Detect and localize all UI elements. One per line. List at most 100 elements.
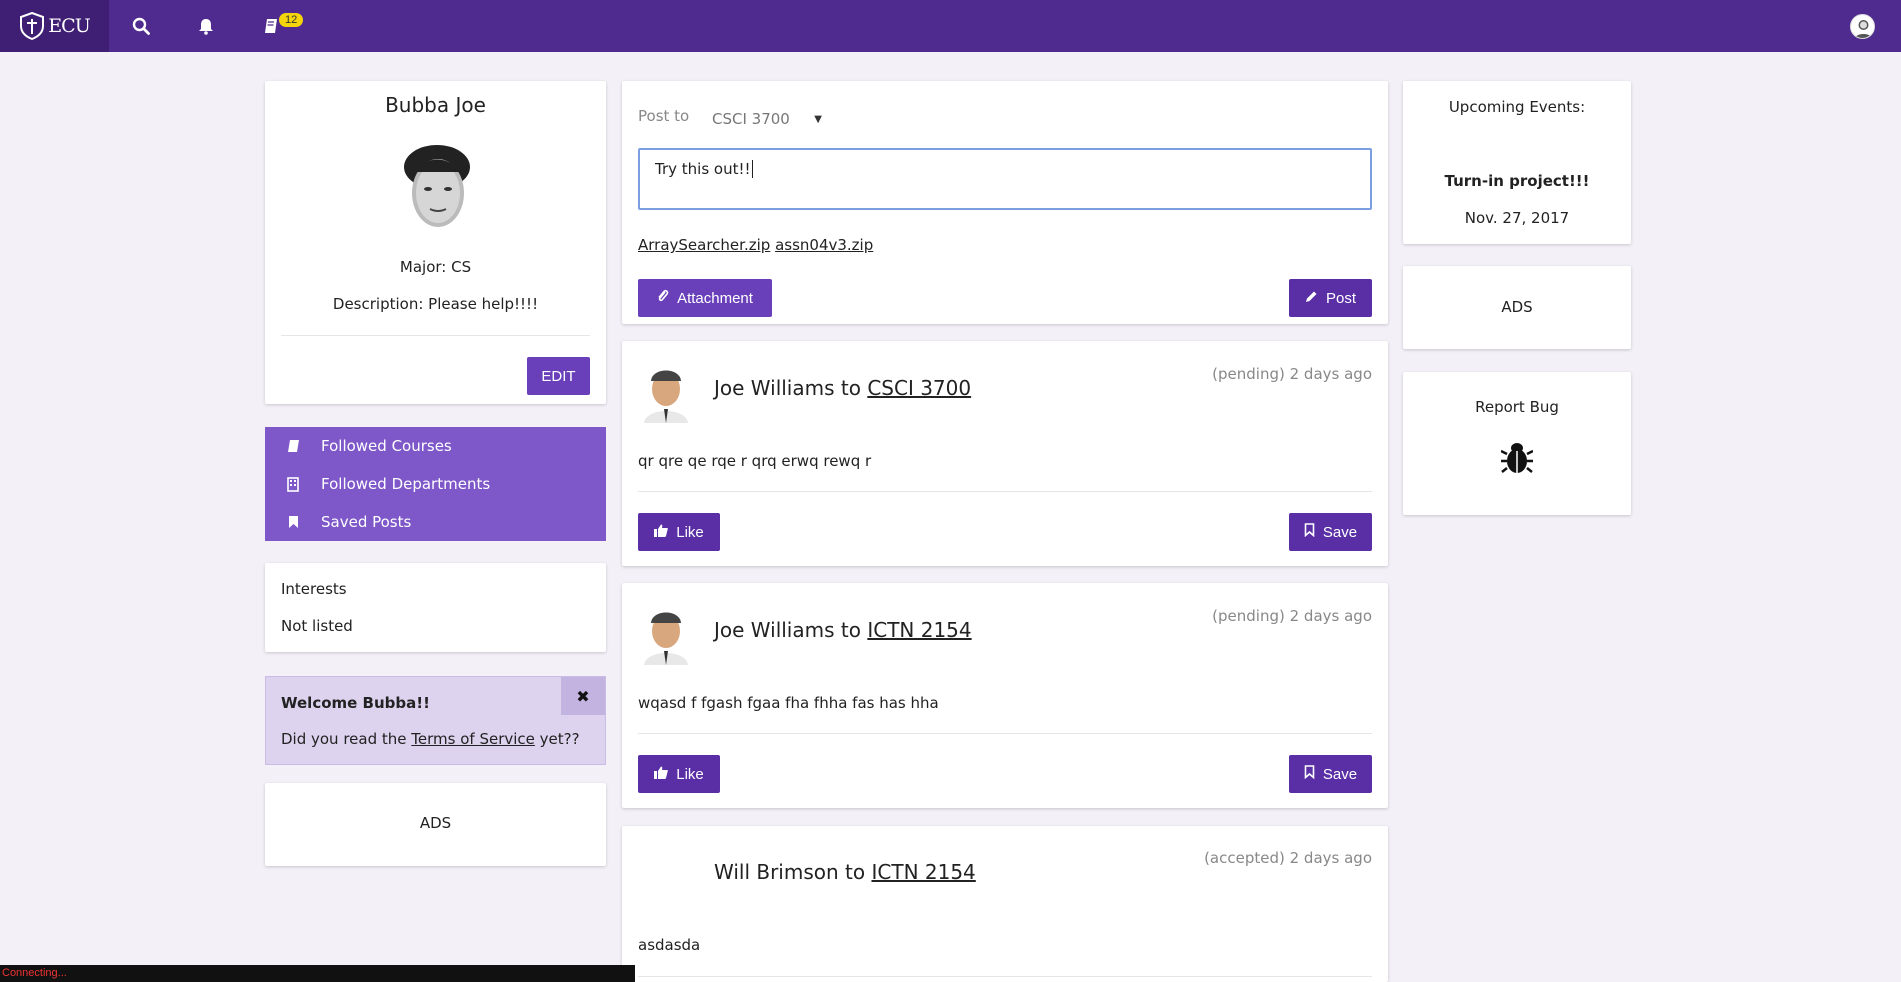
book-icon: [283, 439, 303, 453]
profile-photo: [400, 137, 474, 241]
post-to-label: Post to: [638, 107, 690, 125]
notification-badge: 12: [279, 13, 304, 27]
paperclip-icon: [657, 289, 669, 307]
course-select[interactable]: CSCI 3700 ▼: [712, 109, 822, 129]
post-header: Will Brimson to ICTN 2154: [714, 860, 976, 884]
search-icon[interactable]: [129, 14, 153, 38]
profile-divider: [281, 335, 590, 336]
bookmark-icon: [283, 515, 303, 529]
post-button[interactable]: Post: [1289, 279, 1372, 317]
bug-icon[interactable]: [1500, 440, 1534, 474]
sidebar-item-label: Saved Posts: [321, 513, 412, 531]
interests-value: Not listed: [281, 617, 353, 635]
sidebar-menu: Followed Courses Followed Departments Sa…: [265, 427, 606, 541]
post-to-word: to: [834, 376, 868, 400]
post-course-link[interactable]: CSCI 3700: [867, 376, 971, 400]
close-notice-button[interactable]: ✖: [561, 677, 605, 715]
profile-major: Major: CS: [399, 258, 472, 276]
post-button-label: Post: [1325, 289, 1356, 307]
notice-title: Welcome Bubba!!: [281, 694, 430, 712]
post-timestamp: (pending) 2 days ago: [1212, 607, 1372, 625]
like-button[interactable]: Like: [638, 755, 720, 793]
like-button[interactable]: Like: [638, 513, 720, 551]
upcoming-events-card: Upcoming Events: Turn-in project!!! Nov.…: [1403, 81, 1631, 244]
like-button-label: Like: [676, 765, 704, 783]
ads-label: ADS: [419, 814, 452, 832]
post-body: qr qre qe rqe r qrq erwq rewq r: [638, 452, 872, 470]
attachment-button[interactable]: Attachment: [638, 279, 772, 317]
post-author: Joe Williams: [714, 376, 835, 400]
building-icon: [283, 476, 303, 492]
post-to-word: to: [834, 618, 868, 642]
chevron-down-icon: ▼: [814, 113, 822, 125]
post-text-input[interactable]: Try this out!!: [638, 148, 1372, 210]
post-card: Joe Williams to CSCI 3700 (pending) 2 da…: [622, 341, 1388, 566]
bookmark-outline-icon: [1304, 765, 1315, 783]
post-body: wqasd f fgash fgaa fha fhha fas has hha: [638, 694, 939, 712]
notice-text-after: yet??: [534, 730, 580, 748]
post-body: asdasda: [638, 936, 701, 954]
connection-status: Connecting...: [0, 965, 635, 982]
post-author: Joe Williams: [714, 618, 835, 642]
post-course-link[interactable]: ICTN 2154: [867, 618, 971, 642]
bell-icon[interactable]: [194, 14, 218, 38]
ecu-shield-icon: [20, 12, 45, 40]
ads-card-right: ADS: [1403, 266, 1631, 349]
attachment-link[interactable]: ArraySearcher.zip: [638, 236, 770, 254]
pencil-icon: [1305, 290, 1318, 307]
post-author: Will Brimson: [714, 860, 839, 884]
terms-of-service-link[interactable]: Terms of Service: [411, 730, 535, 748]
save-button-label: Save: [1322, 765, 1358, 783]
author-avatar: [638, 603, 694, 665]
profile-card: Bubba Joe Major: CS Description: Please …: [265, 81, 606, 404]
sidebar-item-label: Followed Courses: [321, 437, 452, 455]
post-divider: [638, 976, 1372, 977]
notice-text-before: Did you read the: [281, 730, 412, 748]
report-bug-card[interactable]: Report Bug: [1403, 372, 1631, 515]
logo-text: ECU: [48, 15, 90, 37]
interests-title: Interests: [281, 580, 347, 598]
post-card: Joe Williams to ICTN 2154 (pending) 2 da…: [622, 583, 1388, 808]
post-card: Will Brimson to ICTN 2154 (accepted) 2 d…: [622, 826, 1388, 982]
post-composer: Post to CSCI 3700 ▼ Try this out!! Array…: [622, 81, 1388, 324]
like-button-label: Like: [676, 523, 704, 541]
ecu-logo[interactable]: ECU: [0, 0, 109, 52]
report-bug-title: Report Bug: [1475, 398, 1559, 416]
attachment-link[interactable]: assn04v3.zip: [775, 236, 873, 254]
interests-card: Interests Not listed: [265, 563, 606, 652]
ads-label: ADS: [1501, 298, 1533, 316]
welcome-notice: Welcome Bubba!! Did you read the Terms o…: [265, 676, 606, 765]
sidebar-item-followed-courses[interactable]: Followed Courses: [283, 435, 452, 457]
sidebar-item-saved-posts[interactable]: Saved Posts: [283, 511, 411, 533]
author-avatar: [638, 361, 694, 423]
edit-profile-button[interactable]: EDIT: [527, 357, 590, 395]
save-button[interactable]: Save: [1289, 755, 1372, 793]
course-select-value: CSCI 3700: [712, 110, 790, 128]
post-course-link[interactable]: ICTN 2154: [871, 860, 975, 884]
post-header: Joe Williams to CSCI 3700: [714, 376, 971, 400]
user-avatar[interactable]: [1850, 14, 1875, 39]
sidebar-item-label: Followed Departments: [321, 475, 491, 493]
post-timestamp: (accepted) 2 days ago: [1204, 849, 1372, 867]
attachment-button-label: Attachment: [677, 289, 753, 307]
attachment-list: ArraySearcher.zip assn04v3.zip: [638, 236, 873, 254]
event-date: Nov. 27, 2017: [1464, 209, 1570, 227]
ads-card-left: ADS: [265, 783, 606, 866]
close-icon: ✖: [576, 686, 590, 706]
top-navbar: ECU 12: [0, 0, 1901, 52]
post-header: Joe Williams to ICTN 2154: [714, 618, 972, 642]
post-text-value: Try this out!!: [655, 160, 751, 178]
save-button[interactable]: Save: [1289, 513, 1372, 551]
notice-text: Did you read the Terms of Service yet??: [281, 730, 580, 748]
post-divider: [638, 733, 1372, 734]
events-title: Upcoming Events:: [1448, 98, 1586, 116]
post-divider: [638, 491, 1372, 492]
thumbs-up-icon: [654, 524, 669, 541]
save-button-label: Save: [1322, 523, 1358, 541]
post-timestamp: (pending) 2 days ago: [1212, 365, 1372, 383]
event-name[interactable]: Turn-in project!!!: [1403, 172, 1631, 190]
profile-name: Bubba Joe: [385, 93, 486, 117]
profile-description: Description: Please help!!!!: [332, 295, 539, 313]
post-to-word: to: [838, 860, 872, 884]
sidebar-item-followed-departments[interactable]: Followed Departments: [283, 473, 490, 495]
